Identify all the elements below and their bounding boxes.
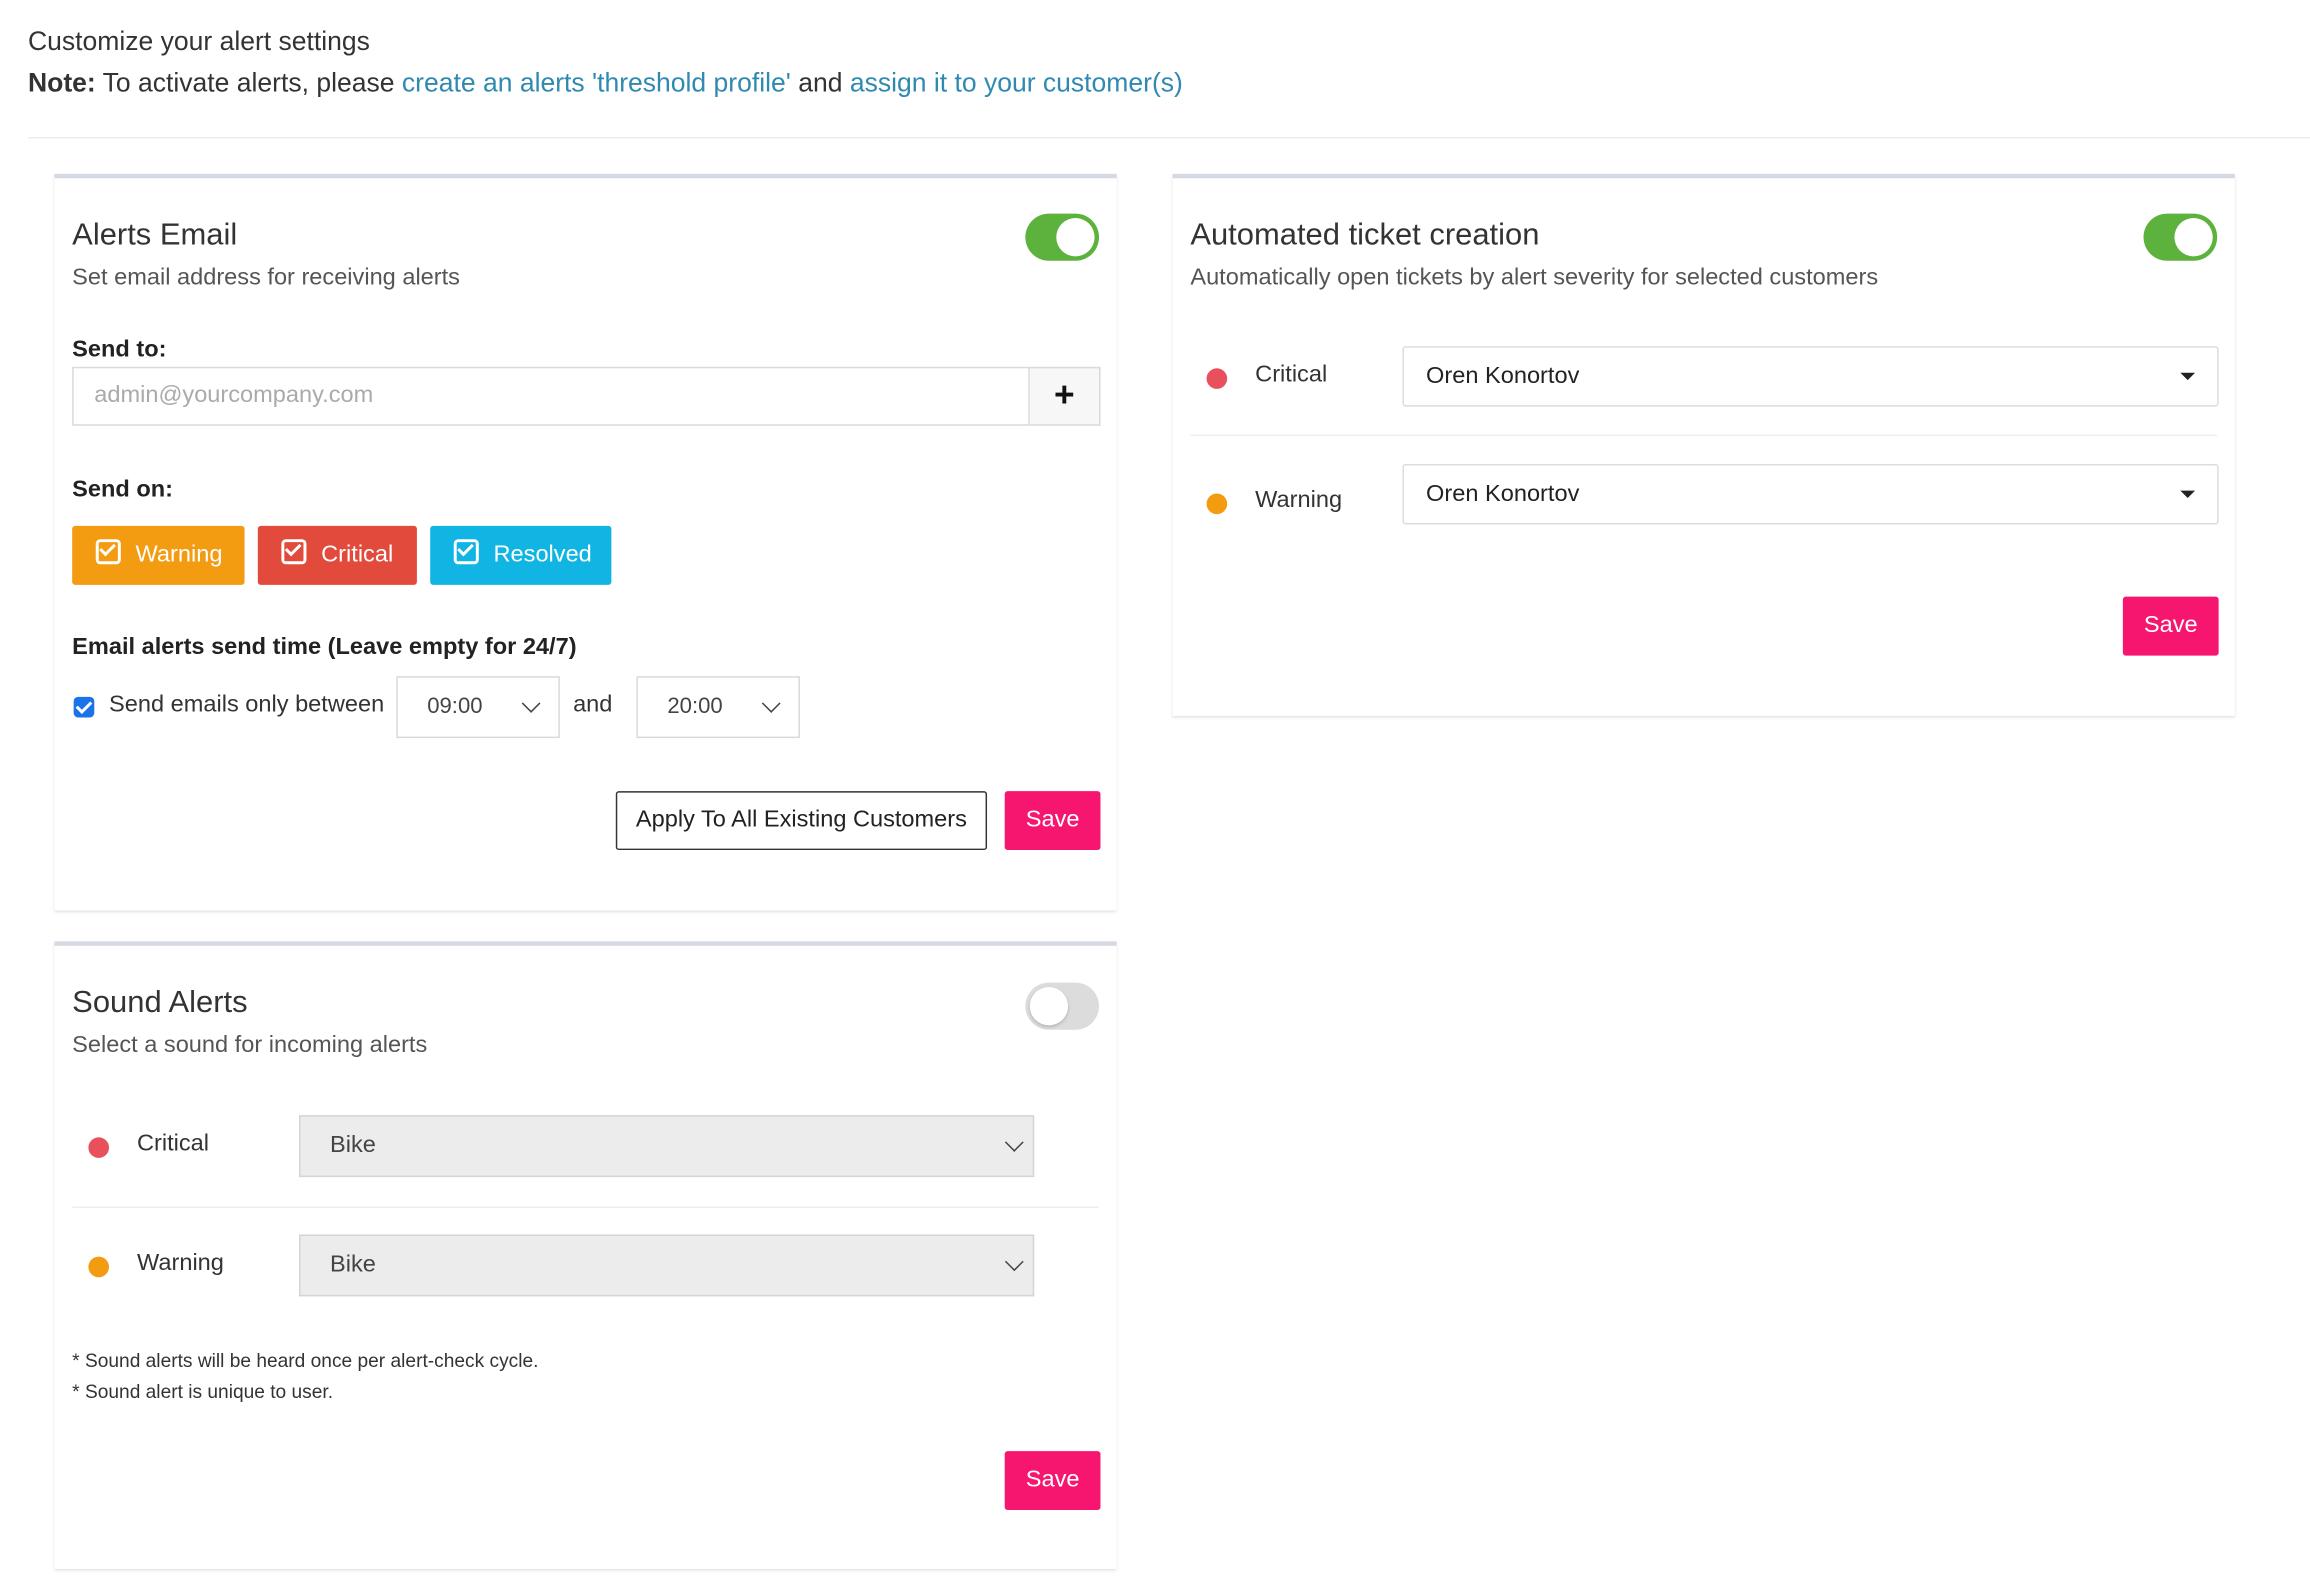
toggle-knob <box>1029 987 1069 1026</box>
ticket-creation-card: Automated ticket creation Automatically … <box>1172 173 2235 716</box>
chevron-down-icon <box>521 694 541 713</box>
alert-settings-page: Customize your alert settings Note: To a… <box>0 0 2310 1593</box>
sound-note-2: * Sound alert is unique to user. <box>72 1380 334 1403</box>
sound-save-button[interactable]: Save <box>1004 1451 1101 1511</box>
header-divider <box>27 137 2310 139</box>
critical-toggle-button[interactable]: Critical <box>257 525 417 585</box>
checkbox-checked-icon <box>453 539 479 565</box>
warning-toggle-button[interactable]: Warning <box>72 525 245 585</box>
warning-button-label: Warning <box>135 542 223 568</box>
alerts-email-toggle[interactable] <box>1025 213 1100 261</box>
from-time-value: 09:00 <box>427 693 483 719</box>
alerts-email-card: Alerts Email Set email address for recei… <box>54 173 1117 911</box>
ticket-warning-assignee: Oren Konortov <box>1426 481 1580 507</box>
sound-notes: * Sound alerts will be heard once per al… <box>72 1345 538 1407</box>
threshold-profile-link[interactable]: create an alerts 'threshold profile' <box>402 68 791 97</box>
ticket-save-button[interactable]: Save <box>2122 596 2219 656</box>
sound-warning-label: Warning <box>137 1250 224 1276</box>
email-input[interactable]: admin@yourcompany.com <box>72 366 1030 426</box>
send-only-between-checkbox[interactable] <box>73 696 95 718</box>
page-header: Customize your alert settings Note: To a… <box>28 21 1183 103</box>
and-label: and <box>573 692 613 718</box>
ticket-creation-title: Automated ticket creation <box>1190 218 1540 252</box>
sound-alerts-title: Sound Alerts <box>72 985 248 1020</box>
checkbox-checked-icon <box>95 539 121 565</box>
ticket-critical-assignee-select[interactable]: Oren Konortov <box>1402 346 2219 407</box>
ticket-creation-subtitle: Automatically open tickets by alert seve… <box>1190 265 1879 291</box>
ticket-critical-assignee: Oren Konortov <box>1426 363 1580 389</box>
sound-alerts-toggle[interactable] <box>1025 982 1100 1030</box>
ticket-warning-label: Warning <box>1255 487 1343 513</box>
sound-warning-value: Bike <box>329 1252 376 1278</box>
chevron-down-icon <box>1004 1252 1024 1272</box>
activation-note: Note: To activate alerts, please create … <box>28 62 1183 103</box>
sound-warning-select[interactable]: Bike <box>299 1234 1035 1297</box>
send-to-label: Send to: <box>72 337 167 363</box>
resolved-button-label: Resolved <box>493 542 592 568</box>
toggle-knob <box>1056 218 1095 257</box>
ticket-critical-label: Critical <box>1255 362 1328 388</box>
to-time-value: 20:00 <box>667 693 723 719</box>
from-time-select[interactable]: 09:00 <box>396 676 560 739</box>
sound-critical-select[interactable]: Bike <box>299 1115 1035 1178</box>
sound-alerts-subtitle: Select a sound for incoming alerts <box>72 1032 428 1058</box>
note-and-text: and <box>790 67 850 98</box>
warning-severity-dot <box>1206 493 1228 515</box>
sound-critical-value: Bike <box>329 1132 376 1158</box>
critical-severity-dot <box>1206 368 1228 389</box>
caret-down-icon <box>2180 372 2196 381</box>
apply-all-customers-button[interactable]: Apply To All Existing Customers <box>615 791 988 851</box>
row-divider <box>72 1206 1100 1209</box>
critical-severity-dot <box>88 1137 110 1158</box>
send-only-between-label: Send emails only between <box>109 692 385 718</box>
note-text: To activate alerts, please <box>95 67 402 98</box>
send-time-label: Email alerts send time (Leave empty for … <box>72 634 577 660</box>
caret-down-icon <box>2180 490 2196 498</box>
assign-customers-link[interactable]: assign it to your customer(s) <box>850 68 1183 97</box>
toggle-knob <box>2174 218 2213 257</box>
ticket-warning-assignee-select[interactable]: Oren Konortov <box>1402 464 2219 525</box>
sound-note-1: * Sound alerts will be heard once per al… <box>72 1349 539 1372</box>
email-save-button[interactable]: Save <box>1004 791 1101 851</box>
chevron-down-icon <box>761 694 781 713</box>
alerts-email-title: Alerts Email <box>72 218 238 252</box>
send-on-label: Send on: <box>72 477 174 503</box>
sound-critical-label: Critical <box>137 1131 210 1157</box>
critical-button-label: Critical <box>321 542 394 568</box>
row-divider <box>1190 434 2218 437</box>
checkbox-checked-icon <box>281 539 307 565</box>
chevron-down-icon <box>1004 1133 1024 1152</box>
alerts-email-subtitle: Set email address for receiving alerts <box>72 265 460 291</box>
sound-alerts-card: Sound Alerts Select a sound for incoming… <box>54 941 1117 1569</box>
page-title: Customize your alert settings <box>27 26 370 56</box>
note-label: Note: <box>27 67 96 98</box>
resolved-toggle-button[interactable]: Resolved <box>430 525 612 585</box>
to-time-select[interactable]: 20:00 <box>636 676 800 739</box>
add-email-button[interactable]: + <box>1029 366 1101 426</box>
plus-icon: + <box>1054 375 1075 416</box>
warning-severity-dot <box>88 1256 110 1278</box>
ticket-creation-toggle[interactable] <box>2143 213 2218 261</box>
